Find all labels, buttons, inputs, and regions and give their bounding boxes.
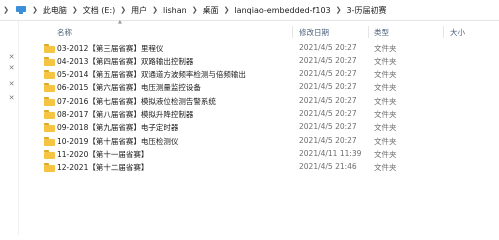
- column-divider[interactable]: [292, 26, 293, 38]
- pin-icon: ✕: [8, 64, 15, 72]
- file-type: 文件夹: [374, 123, 397, 132]
- folder-icon: [44, 97, 55, 106]
- column-header-name[interactable]: 名称: [57, 27, 72, 38]
- file-name: 12-2021【第十二届省赛】: [57, 163, 149, 172]
- chevron-right-icon[interactable]: ❯: [0, 6, 12, 14]
- file-name: 08-2017【第八届省赛】模拟升降控制器: [57, 110, 194, 119]
- chevron-right-icon[interactable]: ❯: [189, 6, 201, 14]
- file-row[interactable]: 03-2012【第三届省赛】里程仪 2021/4/5 20:27 文件夹: [38, 42, 498, 55]
- file-type: 文件夹: [374, 110, 397, 119]
- file-type: 文件夹: [374, 150, 397, 159]
- file-type: 文件夹: [374, 137, 397, 146]
- breadcrumb-item-desktop[interactable]: 桌面: [201, 5, 221, 16]
- file-name: 06-2015【第六届省赛】电压测量监控设备: [57, 83, 201, 92]
- file-date: 2021/4/11 11:39: [299, 149, 362, 158]
- chevron-right-icon[interactable]: ❯: [149, 6, 161, 14]
- folder-icon: [44, 70, 55, 79]
- file-date: 2021/4/5 20:27: [299, 122, 357, 131]
- file-row[interactable]: 11-2020【第十一届省赛】 2021/4/11 11:39 文件夹: [38, 148, 498, 161]
- file-explorer-window: ❯ ❯ 此电脑 ❯ 文档 (E:) ❯ 用户 ❯ lishan ❯ 桌面 ❯ l…: [0, 0, 499, 235]
- sort-up-icon: ▲: [118, 19, 122, 25]
- file-date: 2021/4/5 20:27: [299, 109, 357, 118]
- chevron-right-icon[interactable]: ❯: [69, 6, 81, 14]
- folder-icon: [44, 150, 55, 159]
- file-row[interactable]: 07-2016【第七届省赛】模拟液位检测告警系统 2021/4/5 20:27 …: [38, 95, 498, 108]
- pin-icon: ✕: [8, 94, 15, 102]
- file-date: 2021/4/5 20:27: [299, 136, 357, 145]
- breadcrumb-item-project[interactable]: lanqiao-embedded-f103: [232, 6, 332, 15]
- folder-icon: [44, 44, 55, 53]
- column-divider[interactable]: [443, 26, 444, 38]
- chevron-right-icon[interactable]: ❯: [333, 6, 345, 14]
- file-name: 04-2013【第四届省赛】双路输出控制器: [57, 57, 194, 66]
- folder-icon: [44, 110, 55, 119]
- file-date: 2021/4/5 20:27: [299, 69, 357, 78]
- file-type: 文件夹: [374, 57, 397, 66]
- computer-icon: [16, 6, 26, 14]
- file-name: 07-2016【第七届省赛】模拟液位检测告警系统: [57, 97, 216, 106]
- file-type: 文件夹: [374, 97, 397, 106]
- file-date: 2021/4/5 20:27: [299, 96, 357, 105]
- column-divider[interactable]: [368, 26, 369, 38]
- file-date: 2021/4/5 20:27: [299, 82, 357, 91]
- file-type: 文件夹: [374, 83, 397, 92]
- file-date: 2021/4/5 20:27: [299, 56, 357, 65]
- chevron-right-icon[interactable]: ❯: [29, 6, 41, 14]
- navigation-pane[interactable]: ✕ ✕ ✕ ✕: [0, 21, 19, 235]
- file-name: 10-2019【第十届省赛】电压检测仪: [57, 137, 179, 146]
- file-name: 11-2020【第十一届省赛】: [57, 150, 149, 159]
- file-name: 09-2018【第九届省赛】电子定时器: [57, 123, 179, 132]
- column-header-size[interactable]: 大小: [450, 27, 465, 38]
- folder-icon: [44, 137, 55, 146]
- file-type: 文件夹: [374, 70, 397, 79]
- chevron-right-icon[interactable]: ❯: [117, 6, 129, 14]
- folder-icon: [44, 163, 55, 172]
- folder-icon: [44, 123, 55, 132]
- folder-icon: [44, 83, 55, 92]
- address-bar[interactable]: ❯ ❯ 此电脑 ❯ 文档 (E:) ❯ 用户 ❯ lishan ❯ 桌面 ❯ l…: [0, 0, 499, 21]
- file-row[interactable]: 12-2021【第十二届省赛】 2021/4/5 21:46 文件夹: [38, 161, 498, 174]
- file-name: 03-2012【第三届省赛】里程仪: [57, 44, 164, 53]
- column-header-row: ▲ 名称 修改日期 类型 大小: [38, 19, 499, 40]
- breadcrumb-item-user[interactable]: lishan: [161, 6, 189, 15]
- file-date: 2021/4/5 20:27: [299, 43, 357, 52]
- column-header-type[interactable]: 类型: [374, 27, 389, 38]
- file-date: 2021/4/5 21:46: [299, 162, 357, 171]
- breadcrumb-item-users[interactable]: 用户: [129, 5, 149, 16]
- file-row[interactable]: 08-2017【第八届省赛】模拟升降控制器 2021/4/5 20:27 文件夹: [38, 108, 498, 121]
- file-row[interactable]: 06-2015【第六届省赛】电压测量监控设备 2021/4/5 20:27 文件…: [38, 81, 498, 94]
- pin-icon: ✕: [8, 53, 15, 61]
- file-type: 文件夹: [374, 44, 397, 53]
- file-row[interactable]: 10-2019【第十届省赛】电压检测仪 2021/4/5 20:27 文件夹: [38, 135, 498, 148]
- file-row[interactable]: 09-2018【第九届省赛】电子定时器 2021/4/5 20:27 文件夹: [38, 121, 498, 134]
- pin-icon: ✕: [8, 80, 15, 88]
- file-row[interactable]: 05-2014【第五届省赛】双通道方波频率检测与倍频输出 2021/4/5 20…: [38, 68, 498, 81]
- breadcrumb-item-drive-e[interactable]: 文档 (E:): [81, 5, 118, 16]
- file-row[interactable]: 04-2013【第四届省赛】双路输出控制器 2021/4/5 20:27 文件夹: [38, 55, 498, 68]
- column-header-date[interactable]: 修改日期: [299, 27, 329, 38]
- file-name: 05-2014【第五届省赛】双通道方波频率检测与倍频输出: [57, 70, 246, 79]
- chevron-right-icon[interactable]: ❯: [221, 6, 233, 14]
- breadcrumb-item-current[interactable]: 3-历届初赛: [345, 5, 389, 16]
- folder-icon: [44, 57, 55, 66]
- breadcrumb-item-this-pc[interactable]: 此电脑: [41, 5, 69, 16]
- file-type: 文件夹: [374, 163, 397, 172]
